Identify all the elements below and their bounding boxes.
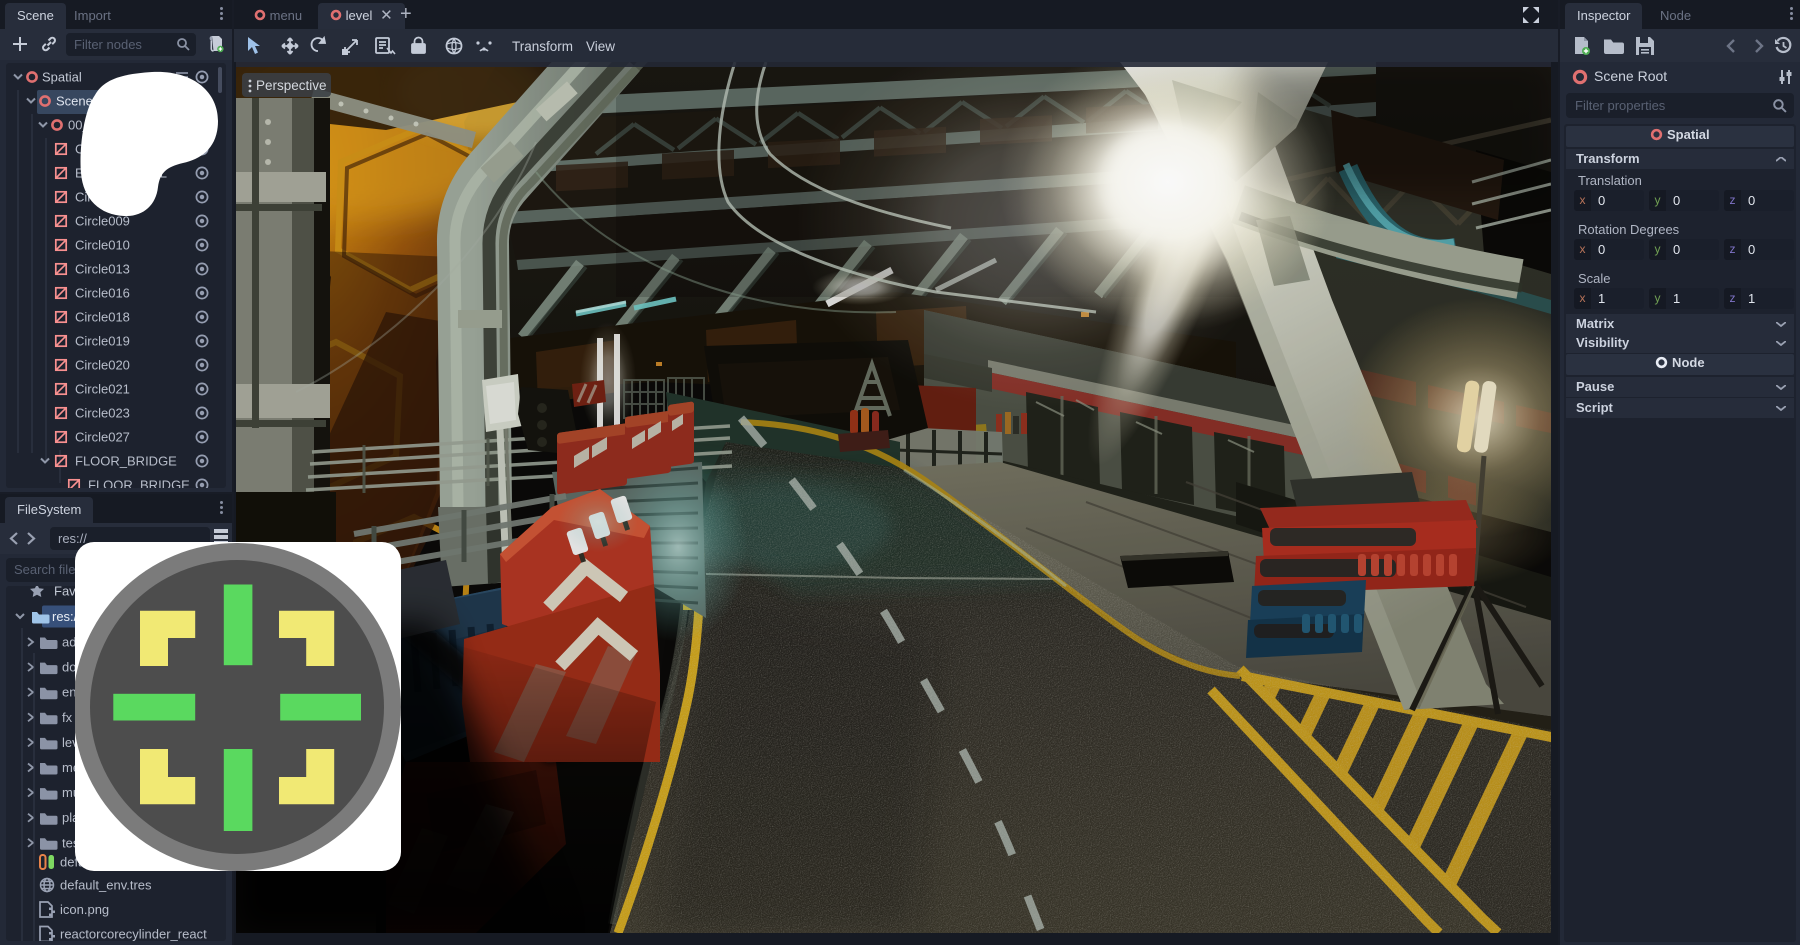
svg-text:Circle027: Circle027 [75,430,130,445]
svg-text:Circle021: Circle021 [75,382,130,397]
svg-text:Circle013: Circle013 [75,262,130,277]
svg-text:reactorcorecylinder_react: reactorcorecylinder_react [60,927,207,942]
svg-text:Circle018: Circle018 [75,310,130,325]
svg-text:FLOOR_BRIDGE: FLOOR_BRIDGE [75,454,177,469]
svg-text:default_env.tres: default_env.tres [60,878,152,893]
svg-text:Circle019: Circle019 [75,334,130,349]
svg-text:Circle016: Circle016 [75,286,130,301]
svg-text:Circle010: Circle010 [75,238,130,253]
svg-text:Circle023: Circle023 [75,406,130,421]
svg-text:Perspective: Perspective [256,78,327,93]
svg-text:Circle020: Circle020 [75,358,130,373]
svg-text:FLOOR_BRIDGE: FLOOR_BRIDGE [88,478,190,489]
svg-text:fx: fx [62,710,73,725]
svg-text:icon.png: icon.png [60,902,109,917]
svg-text:View: View [586,39,615,54]
svg-text:Transform: Transform [512,39,573,54]
